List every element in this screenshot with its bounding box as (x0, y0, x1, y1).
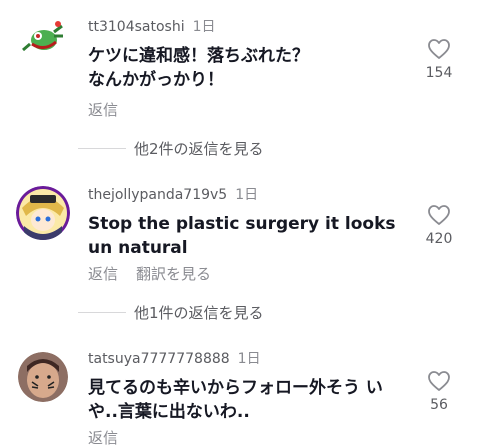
like-button[interactable]: 56 (416, 370, 462, 414)
reply-button[interactable]: 返信 (88, 429, 118, 447)
translate-button[interactable]: 翻訳を見る (136, 265, 211, 283)
timestamp: 1日 (235, 187, 259, 203)
avatar-photo-image (18, 352, 68, 402)
comment-text: ケツに違和感！落ちぶれた？ なんかがっかり！ (88, 46, 309, 90)
divider-line (78, 147, 126, 149)
username[interactable]: tatsuya7777778888 (88, 351, 230, 367)
comment-actions: 返信 (88, 428, 118, 448)
avatar-cartoon-image (18, 14, 68, 64)
heart-outline-icon (428, 205, 450, 225)
comment-meta: thejollypanda719v5 1日 (88, 186, 258, 204)
comment-actions: 返信 (88, 100, 118, 120)
heart-outline-icon (428, 39, 450, 59)
view-more-replies[interactable]: 他1件の返信を見る (78, 302, 264, 322)
username[interactable]: thejollypanda719v5 (88, 187, 227, 203)
view-replies-label: 他2件の返信を見る (134, 139, 264, 158)
avatar[interactable] (16, 186, 70, 240)
comment-actions: 返信 翻訳を見る (88, 264, 211, 284)
timestamp: 1日 (192, 19, 216, 35)
avatar[interactable] (18, 14, 68, 64)
avatar[interactable] (18, 352, 68, 402)
heart-outline-icon (428, 371, 450, 391)
comment-meta: tt3104satoshi 1日 (88, 18, 216, 36)
timestamp: 1日 (237, 351, 261, 367)
comment-text: 見てるのも辛いからフォロー外そう いや..言葉に出ないわ.. (88, 378, 383, 422)
view-replies-label: 他1件の返信を見る (134, 303, 264, 322)
divider-line (78, 311, 126, 313)
like-count: 154 (425, 65, 453, 81)
reply-button[interactable]: 返信 (88, 265, 118, 283)
view-more-replies[interactable]: 他2件の返信を見る (78, 138, 264, 158)
reply-button[interactable]: 返信 (88, 101, 118, 119)
like-count: 420 (425, 231, 453, 247)
comment-meta: tatsuya7777778888 1日 (88, 350, 261, 368)
comment-text: Stop the plastic surgery it looks un nat… (88, 214, 396, 258)
like-count: 56 (430, 397, 448, 413)
like-button[interactable]: 420 (416, 204, 462, 248)
avatar-anime-image (16, 186, 70, 240)
like-button[interactable]: 154 (416, 38, 462, 82)
username[interactable]: tt3104satoshi (88, 19, 185, 35)
